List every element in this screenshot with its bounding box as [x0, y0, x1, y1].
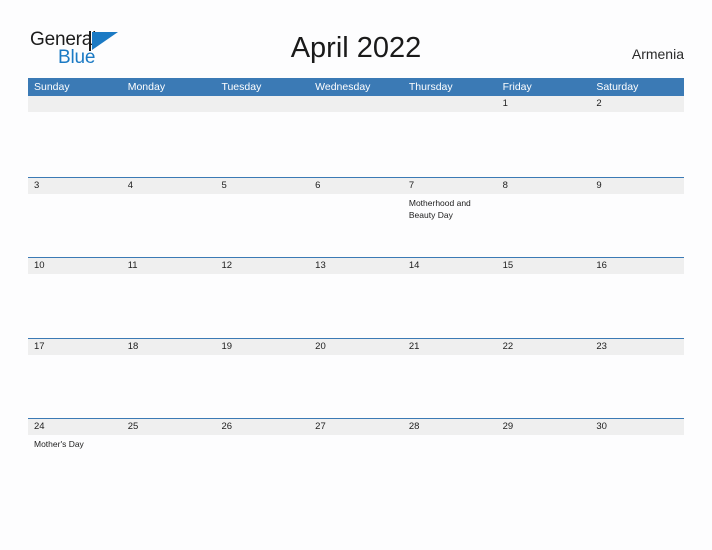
weekday-header-row: Sunday Monday Tuesday Wednesday Thursday… — [28, 78, 684, 96]
day-number: 15 — [502, 260, 514, 271]
day-number: 16 — [596, 260, 607, 271]
day-events: Motherhood and Beauty Day — [409, 194, 497, 222]
page-header: General Blue April 2022 Armenia — [0, 0, 712, 78]
day-number: 29 — [502, 421, 514, 432]
day-cell[interactable]: 28 — [403, 419, 497, 499]
day-cell[interactable]: 15 — [497, 258, 591, 338]
day-number: 10 — [34, 260, 45, 271]
day-number: 14 — [408, 260, 420, 271]
day-number: 25 — [127, 421, 139, 432]
day-cell-empty — [122, 96, 216, 176]
day-number: 5 — [221, 179, 227, 191]
day-cell[interactable]: 30 — [590, 419, 684, 499]
day-number: 20 — [315, 340, 326, 352]
day-cell[interactable]: 20 — [309, 339, 403, 419]
day-cell[interactable]: 11 — [122, 258, 216, 338]
day-cell[interactable]: 5 — [215, 178, 309, 258]
day-cell[interactable]: 29 — [497, 419, 591, 499]
holiday-event: Motherhood and Beauty Day — [408, 197, 471, 221]
day-cell-empty — [215, 96, 309, 176]
day-cell[interactable]: 18 — [122, 339, 216, 419]
day-number: 21 — [408, 340, 420, 352]
page-title: April 2022 — [290, 32, 422, 64]
calendar-grid: Sunday Monday Tuesday Wednesday Thursday… — [28, 78, 684, 499]
day-number: 2 — [596, 98, 602, 109]
day-cell[interactable]: 8 — [497, 178, 591, 258]
day-cell[interactable]: 14 — [403, 258, 497, 338]
country-label: Armenia — [631, 46, 684, 62]
day-cell[interactable]: 3 — [28, 178, 122, 258]
day-number: 17 — [34, 340, 45, 352]
day-cell-empty — [403, 96, 497, 176]
day-cell-empty — [309, 96, 403, 176]
calendar-week-row: 24 Mother's Day 25 26 27 28 29 30 — [28, 418, 684, 499]
weekday-header-monday: Monday — [127, 81, 166, 93]
calendar-weeks: 1 2 3 4 5 6 7 Motherhood and Beauty Day 8 9 10 11 12… — [28, 96, 684, 499]
day-cell[interactable]: 27 — [309, 419, 403, 499]
day-cell[interactable]: 13 — [309, 258, 403, 338]
day-cell[interactable]: 25 — [122, 419, 216, 499]
day-cell[interactable]: 26 — [215, 419, 309, 499]
calendar-week-row: 17 18 19 20 21 22 23 — [28, 337, 684, 419]
day-number: 19 — [221, 340, 233, 352]
week-day-cells: 12 — [28, 96, 684, 176]
day-number: 6 — [315, 179, 321, 191]
day-cell[interactable]: 24 Mother's Day — [28, 419, 122, 499]
day-cell[interactable]: 2 — [590, 96, 684, 176]
day-cell[interactable]: 4 — [122, 178, 216, 258]
day-cell-empty — [28, 96, 122, 176]
calendar-week-row: 12 — [28, 96, 684, 177]
calendar-week-row: 10 11 12 13 14 15 16 — [28, 257, 684, 338]
weekday-header-sunday: Sunday — [34, 81, 70, 93]
week-day-cells: 10 11 12 13 14 15 16 — [28, 258, 684, 338]
day-number: 4 — [127, 179, 134, 191]
calendar-page: General Blue April 2022 Armenia Sunday M… — [0, 0, 712, 550]
day-number: 12 — [221, 260, 233, 271]
day-cell[interactable]: 19 — [215, 339, 309, 419]
week-day-cells: 17 18 19 20 21 22 23 — [28, 339, 684, 419]
holiday-event: Mother's Day — [34, 439, 84, 449]
day-number: 3 — [34, 179, 40, 191]
day-cell[interactable]: 7 Motherhood and Beauty Day — [403, 178, 497, 258]
week-day-cells: 24 Mother's Day 25 26 27 28 29 30 — [28, 419, 684, 499]
day-cell[interactable]: 21 — [403, 339, 497, 419]
day-number: 28 — [408, 421, 420, 432]
weekday-header-thursday: Thursday — [408, 81, 453, 93]
day-number: 11 — [127, 260, 138, 271]
weekday-header-saturday: Saturday — [596, 81, 639, 93]
day-number: 26 — [221, 421, 233, 432]
day-cell[interactable]: 10 — [28, 258, 122, 338]
day-number: 13 — [315, 260, 326, 271]
day-number: 7 — [408, 179, 415, 191]
day-cell[interactable]: 6 — [309, 178, 403, 258]
week-day-cells: 3 4 5 6 7 Motherhood and Beauty Day 8 9 — [28, 178, 684, 258]
calendar-week-row: 3 4 5 6 7 Motherhood and Beauty Day 8 9 — [28, 176, 684, 258]
day-number: 1 — [502, 98, 508, 109]
weekday-header-tuesday: Tuesday — [221, 81, 262, 93]
day-cell[interactable]: 9 — [590, 178, 684, 258]
weekday-header-wednesday: Wednesday — [315, 81, 371, 93]
weekday-header-friday: Friday — [502, 81, 532, 93]
day-events: Mother's Day — [34, 435, 122, 451]
day-number: 9 — [596, 179, 602, 191]
day-number: 27 — [315, 421, 326, 432]
day-number: 22 — [502, 340, 514, 352]
day-cell[interactable]: 17 — [28, 339, 122, 419]
day-number: 18 — [127, 340, 139, 352]
day-cell[interactable]: 16 — [590, 258, 684, 338]
day-number: 30 — [596, 421, 607, 432]
day-cell[interactable]: 22 — [497, 339, 591, 419]
day-number: 23 — [596, 340, 607, 352]
day-cell[interactable]: 12 — [215, 258, 309, 338]
day-number: 8 — [502, 179, 508, 191]
day-cell[interactable]: 1 — [497, 96, 591, 176]
day-cell[interactable]: 23 — [590, 339, 684, 419]
day-number: 24 — [34, 421, 45, 432]
